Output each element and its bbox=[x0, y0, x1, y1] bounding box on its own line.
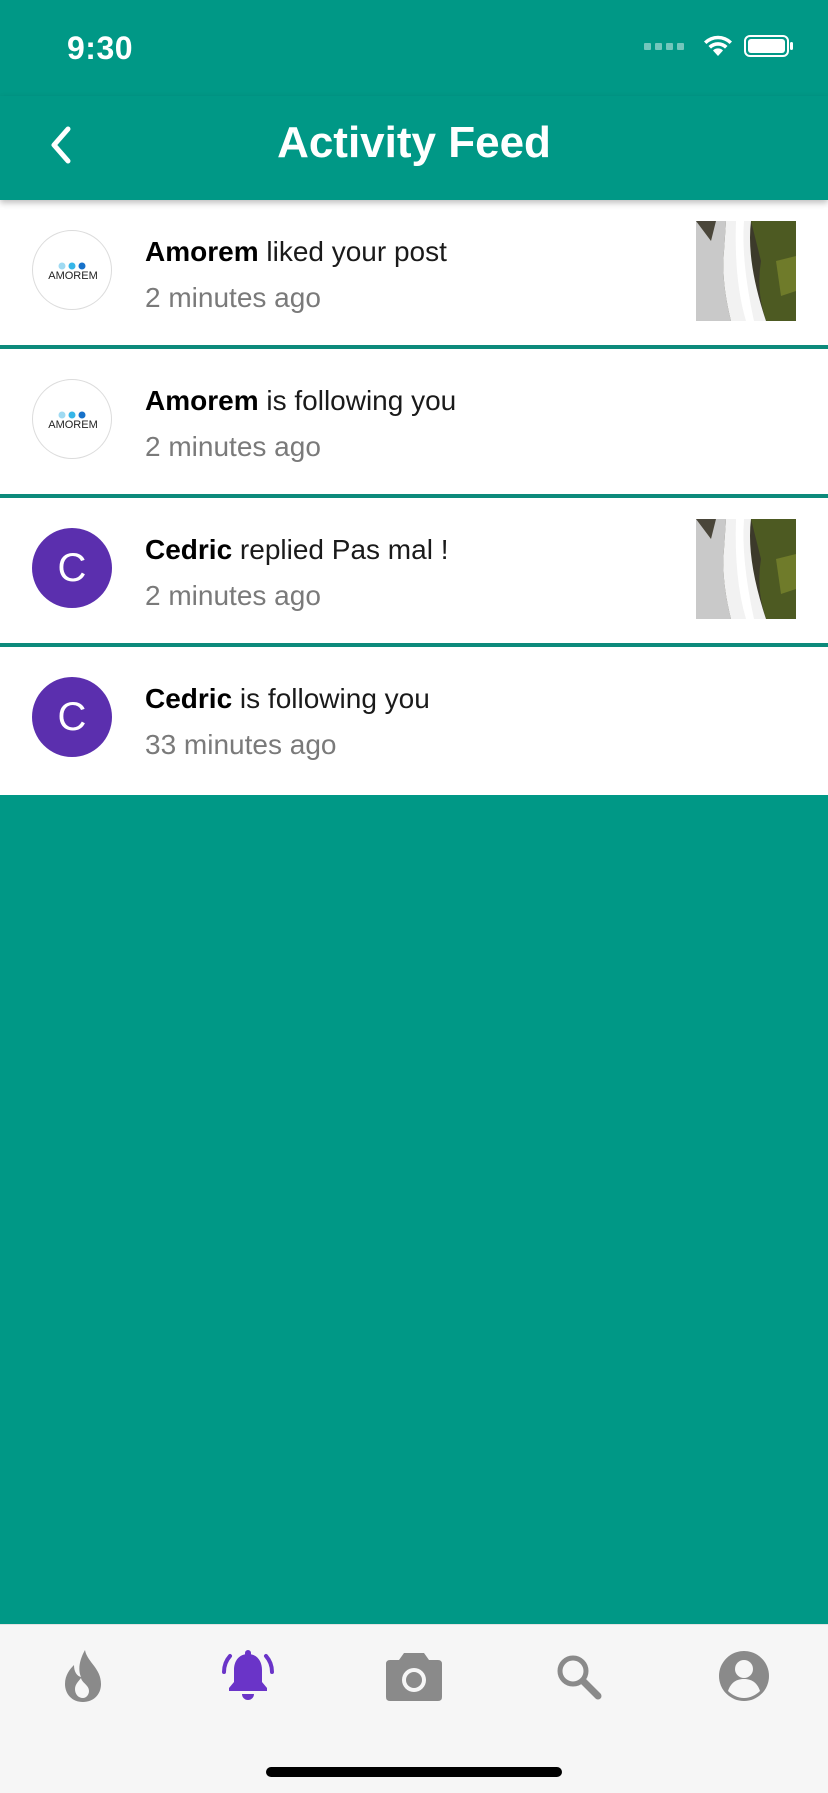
feed-item-action: replied Pas mal ! bbox=[232, 534, 449, 565]
nav-header: Activity Feed bbox=[0, 96, 828, 200]
feed-item-action: is following you bbox=[258, 385, 457, 416]
post-thumbnail[interactable] bbox=[696, 221, 796, 321]
feed-item-timestamp: 2 minutes ago bbox=[145, 431, 321, 462]
tab-camera[interactable] bbox=[374, 1641, 454, 1711]
flame-icon bbox=[65, 1650, 101, 1702]
feed-item-username[interactable]: Cedric bbox=[145, 683, 232, 714]
camera-icon bbox=[386, 1653, 442, 1701]
feed-item-text: Cedric is following you 33 minutes ago bbox=[145, 683, 668, 761]
avatar[interactable]: C bbox=[32, 677, 112, 757]
status-time: 9:30 bbox=[67, 30, 134, 66]
waterfall-image bbox=[696, 221, 796, 321]
avatar[interactable]: AMOREM bbox=[32, 379, 112, 459]
feed-item-username[interactable]: Amorem bbox=[145, 236, 259, 267]
cellular-signal-icon bbox=[644, 42, 684, 50]
battery-icon bbox=[744, 35, 793, 57]
feed-item-timestamp: 2 minutes ago bbox=[145, 580, 321, 611]
feed-item[interactable]: C Cedric replied Pas mal ! 2 minutes ago bbox=[0, 498, 828, 647]
avatar[interactable]: C bbox=[32, 528, 112, 608]
feed-item-action: is following you bbox=[232, 683, 430, 714]
tab-home[interactable] bbox=[43, 1641, 123, 1711]
feed-item-text: Amorem liked your post 2 minutes ago bbox=[145, 236, 668, 314]
post-thumbnail[interactable] bbox=[696, 519, 796, 619]
wifi-icon bbox=[704, 35, 732, 56]
bottom-tab-bar bbox=[0, 1624, 828, 1793]
feed-item-timestamp: 33 minutes ago bbox=[145, 729, 337, 760]
tab-activity[interactable] bbox=[208, 1641, 288, 1711]
amorem-logo-icon: AMOREM bbox=[48, 262, 98, 282]
feed-item-action: liked your post bbox=[258, 236, 447, 267]
profile-icon bbox=[719, 1651, 769, 1701]
tab-search[interactable] bbox=[538, 1641, 618, 1711]
feed-item-username[interactable]: Cedric bbox=[145, 534, 232, 565]
tab-profile[interactable] bbox=[704, 1641, 784, 1711]
status-icons bbox=[644, 34, 794, 58]
amorem-logo-icon: AMOREM bbox=[48, 411, 98, 431]
feed-item-text: Cedric replied Pas mal ! 2 minutes ago bbox=[145, 534, 668, 612]
feed-item-message: Cedric is following you bbox=[145, 683, 668, 715]
svg-text:AMOREM: AMOREM bbox=[48, 419, 98, 431]
bell-icon bbox=[221, 1650, 275, 1700]
home-indicator bbox=[266, 1767, 562, 1777]
svg-text:AMOREM: AMOREM bbox=[48, 270, 98, 282]
feed-item[interactable]: AMOREM Amorem liked your post 2 minutes … bbox=[0, 200, 828, 349]
activity-feed-list: AMOREM Amorem liked your post 2 minutes … bbox=[0, 200, 828, 795]
feed-item[interactable]: C Cedric is following you 33 minutes ago bbox=[0, 647, 828, 795]
status-bar: 9:30 bbox=[0, 0, 828, 96]
feed-item-text: Amorem is following you 2 minutes ago bbox=[145, 385, 668, 463]
feed-item-message: Amorem is following you bbox=[145, 385, 668, 417]
feed-item[interactable]: AMOREM Amorem is following you 2 minutes… bbox=[0, 349, 828, 498]
waterfall-image bbox=[696, 519, 796, 619]
feed-item-timestamp: 2 minutes ago bbox=[145, 282, 321, 313]
page-title: Activity Feed bbox=[277, 118, 551, 167]
avatar[interactable]: AMOREM bbox=[32, 230, 112, 310]
feed-item-message: Amorem liked your post bbox=[145, 236, 668, 268]
feed-item-message: Cedric replied Pas mal ! bbox=[145, 534, 668, 566]
feed-item-username[interactable]: Amorem bbox=[145, 385, 259, 416]
search-icon bbox=[557, 1655, 602, 1700]
